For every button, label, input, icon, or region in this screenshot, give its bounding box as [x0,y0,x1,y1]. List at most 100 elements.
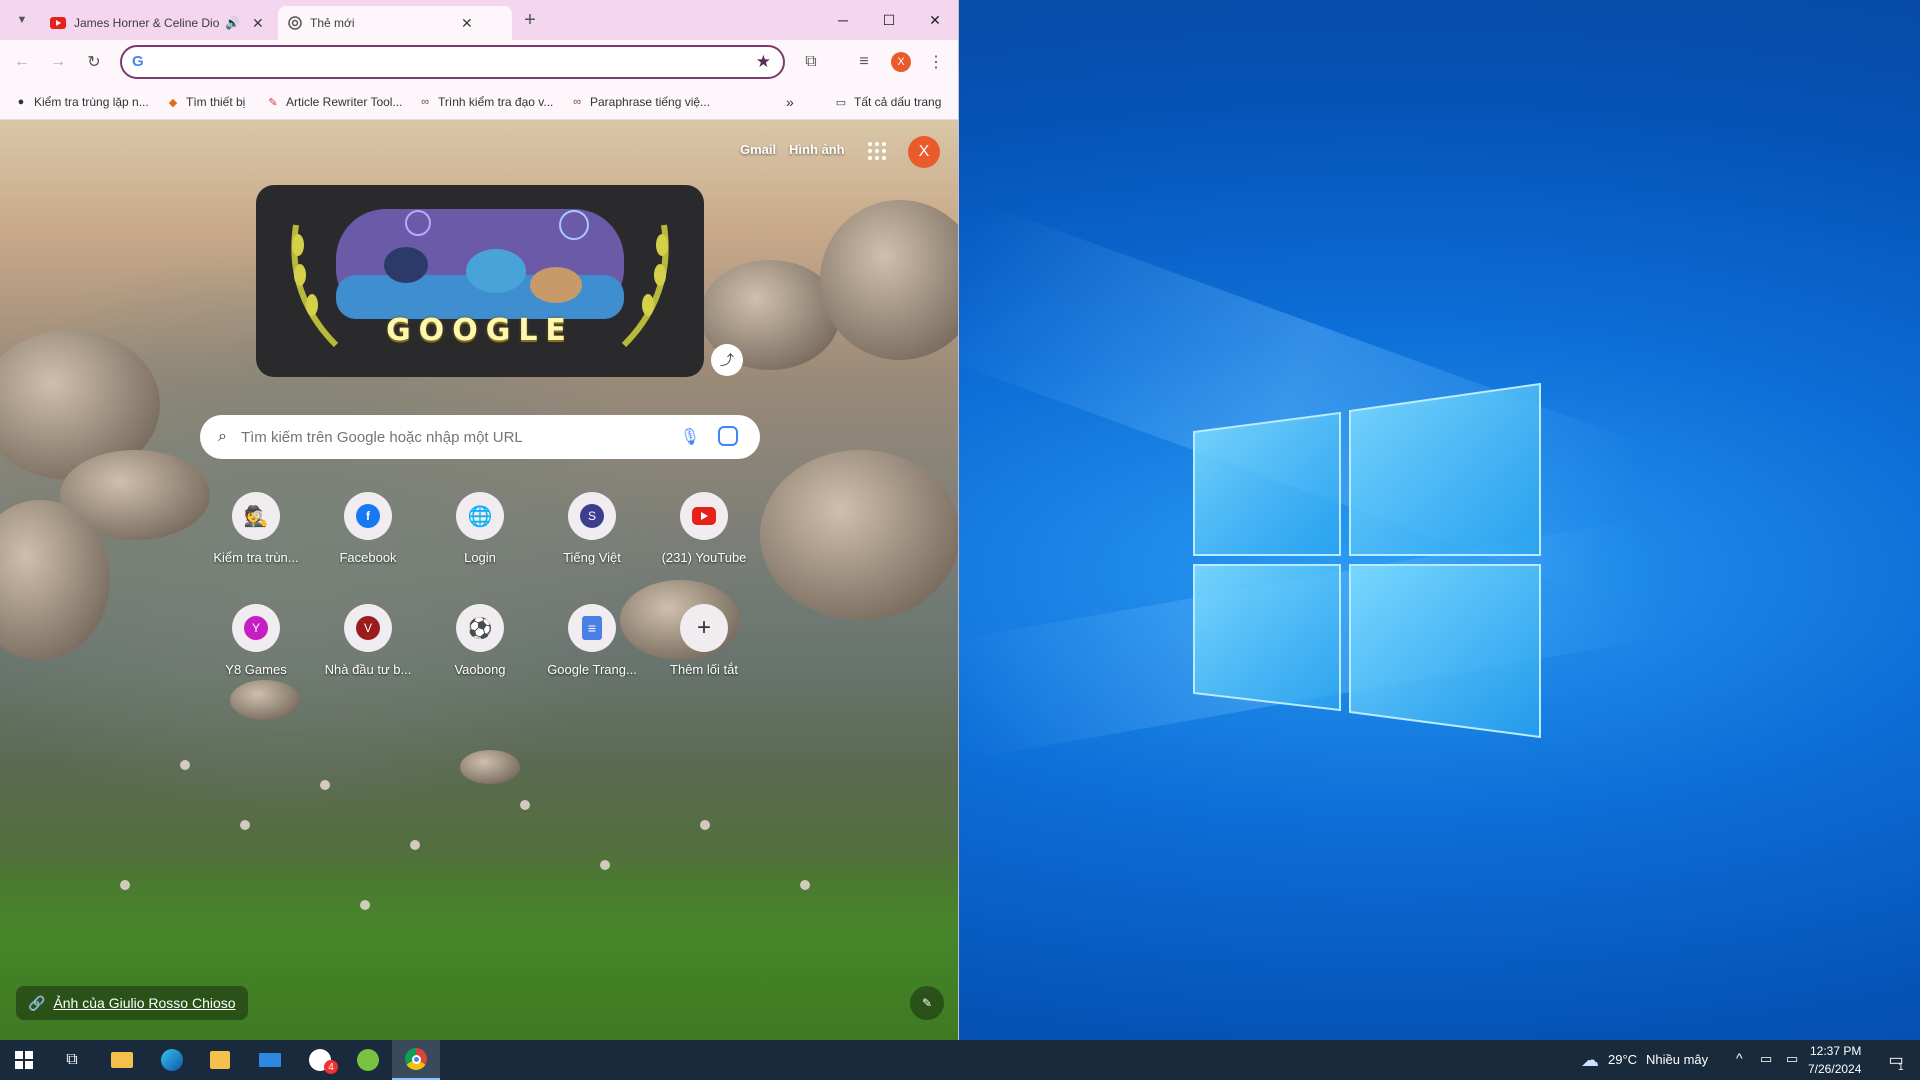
bookmark-item[interactable]: ◆ Tìm thiết bị [166,92,246,112]
doodle-artwork [291,209,669,348]
bookmark-item[interactable]: ● Kiểm tra trùng lặp n... [14,92,149,112]
display-icon[interactable]: ▭ [1786,1051,1798,1067]
tab-youtube[interactable]: James Horner & Celine Dion 🔊 ✕ [40,6,276,40]
file-explorer-icon[interactable] [98,1040,146,1080]
task-view-icon[interactable]: ⧉ [48,1040,96,1080]
shortcut-tile[interactable]: ≡ Google Trang... [536,604,648,694]
folder-icon: ▭ [835,96,847,109]
rock [820,200,958,360]
shortcut-tile[interactable]: (231) YouTube [648,492,760,582]
weather-text[interactable]: Nhiều mây [1646,1052,1708,1067]
doodle-text: GOOGLE [386,313,574,348]
soccer-ball-icon: ⚽ [456,604,504,652]
spy-icon: ● [17,96,25,108]
gmail-link[interactable]: Gmail [740,142,776,157]
images-link[interactable]: Hình ảnh [789,142,845,157]
microphone-icon[interactable]: 🎙 [680,427,700,447]
plus-icon: + [680,604,728,652]
taskbar: ⧉ 4 ☁ 29°C Nhiều mây ^ ▭ ▭ 12:37 PM 7/26… [0,1040,1920,1080]
flower [360,900,370,910]
shortcut-tile[interactable]: f Facebook [312,492,424,582]
zalo-icon[interactable]: 4 [296,1040,344,1080]
photo-credit-link[interactable]: 🔗 Ảnh của Giulio Rosso Chioso [16,986,248,1020]
close-window-button[interactable]: ✕ [912,0,958,40]
mail-icon[interactable] [246,1040,294,1080]
bookmark-item[interactable]: ✎ Article Rewriter Tool... [266,92,402,112]
chrome-window: ▼ James Horner & Celine Dion 🔊 ✕ Thẻ mới… [0,0,959,1040]
start-button[interactable] [0,1040,48,1080]
globe-icon: 🌐 [456,492,504,540]
close-tab-icon[interactable]: ✕ [461,15,473,32]
windows-start-icon [15,1051,33,1069]
s-icon: S [568,492,616,540]
reload-button[interactable]: ↻ [80,48,108,76]
shortcut-tile[interactable]: 🌐 Login [424,492,536,582]
search-input[interactable] [240,428,661,446]
media-control-icon[interactable]: ≡ [850,48,878,76]
address-input[interactable] [156,51,716,73]
more-bookmarks-icon[interactable]: » [786,92,794,112]
add-shortcut-button[interactable]: + Thêm lối tắt [648,604,760,694]
flower [320,780,330,790]
tab-search-button[interactable]: ▼ [8,6,36,34]
lens-icon[interactable] [718,426,738,446]
weather-temp[interactable]: 29°C [1608,1052,1637,1067]
forward-button[interactable]: → [44,48,72,76]
flower [120,880,130,890]
shortcut-tile[interactable]: 🕵 Kiểm tra trùn... [200,492,312,582]
store-icon[interactable] [196,1040,244,1080]
customize-pencil-icon[interactable]: ✎ [910,986,944,1020]
flower [520,800,530,810]
flower [240,820,250,830]
google-doodle[interactable]: GOOGLE [256,185,704,377]
menu-icon[interactable]: ⋮ [922,48,950,76]
clock-date[interactable]: 7/26/2024 [1808,1062,1861,1076]
shortcut-tile[interactable]: Y Y8 Games [200,604,312,694]
account-avatar[interactable]: X [908,136,940,168]
flower [800,880,810,890]
flower [600,860,610,870]
edge-icon[interactable] [148,1040,196,1080]
address-bar[interactable]: G ★ [120,45,785,79]
all-bookmarks-button[interactable]: ▭ Tất cả dấu trang [834,92,942,112]
bookmark-item[interactable]: ∞ Trình kiểm tra đạo v... [418,92,553,112]
shortcut-tile[interactable]: ⚽ Vaobong [424,604,536,694]
glasses-icon: ∞ [573,96,581,108]
shortcut-tile[interactable]: S Tiếng Việt [536,492,648,582]
rock [460,750,520,784]
search-icon: ⌕ [218,428,227,445]
shortcut-tile[interactable]: V Nhà đầu tư b... [312,604,424,694]
link-icon: 🔗 [28,994,46,1011]
clock-time[interactable]: 12:37 PM [1810,1044,1861,1058]
tab-strip: ▼ James Horner & Celine Dion 🔊 ✕ Thẻ mới… [0,0,958,40]
search-box[interactable]: ⌕ 🎙 [200,415,760,459]
youtube-icon [680,492,728,540]
show-hidden-icons-icon[interactable]: ^ [1736,1050,1743,1066]
new-tab-page: Gmail Hình ảnh X GOOGLE ⤴ ⌕ Tìm kiếm trê… [0,120,958,1040]
share-icon[interactable]: ⤴ [711,344,743,376]
coccoc-icon[interactable] [344,1040,392,1080]
pen-icon: ✎ [268,96,278,109]
windows-logo [1193,382,1541,739]
docs-icon: ≡ [568,604,616,652]
profile-avatar[interactable]: X [887,48,915,76]
chrome-taskbar-icon[interactable] [392,1040,440,1080]
apps-grid-icon[interactable] [866,140,888,162]
rock [760,450,958,620]
flower [410,840,420,850]
audio-icon[interactable]: 🔊 [225,16,240,30]
weather-cloud-icon[interactable]: ☁ [1570,1040,1610,1080]
tab-title: James Horner & Celine Dion [74,16,219,30]
bookmark-star-icon[interactable]: ★ [756,52,771,72]
close-tab-icon[interactable]: ✕ [252,15,264,32]
tab-new-tab[interactable]: Thẻ mới ✕ [278,6,512,40]
maximize-button[interactable]: ☐ [866,0,912,40]
new-tab-button[interactable]: + [516,6,544,34]
youtube-icon [50,17,66,29]
notification-icon[interactable]: ▭ 1 [1872,1040,1920,1080]
bookmark-item[interactable]: ∞ Paraphrase tiếng việ... [570,92,710,112]
extensions-icon[interactable]: ⧉ [797,48,825,76]
minimize-button[interactable]: ─ [820,0,866,40]
back-button[interactable]: ← [8,48,36,76]
network-icon[interactable]: ▭ [1760,1051,1772,1067]
